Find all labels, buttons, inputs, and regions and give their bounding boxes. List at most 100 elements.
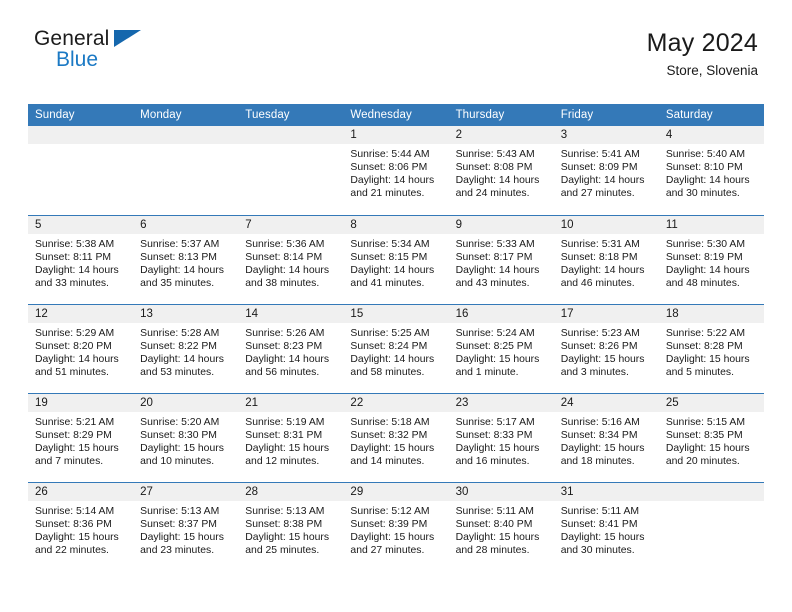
day-info (238, 144, 343, 148)
brand-logo[interactable]: General Blue (34, 28, 254, 76)
daylight-line-1: Daylight: 15 hours (35, 442, 119, 454)
weekday-header-monday: Monday (133, 104, 239, 126)
sunrise-line: Sunrise: 5:38 AM (35, 238, 115, 250)
day-cell[interactable]: 15 Sunrise: 5:25 AM Sunset: 8:24 PM Dayl… (343, 303, 449, 393)
day-cell[interactable]: 5 Sunrise: 5:38 AM Sunset: 8:11 PM Dayli… (28, 214, 134, 304)
daylight-line-1: Daylight: 14 hours (560, 264, 645, 276)
day-cell[interactable]: 30 Sunrise: 5:11 AM Sunset: 8:40 PM Dayl… (448, 481, 554, 571)
day-cell[interactable]: 9 Sunrise: 5:33 AM Sunset: 8:17 PM Dayli… (448, 214, 554, 304)
sunset-line: Sunset: 8:31 PM (245, 429, 323, 441)
sunrise-line: Sunrise: 5:40 AM (665, 149, 745, 160)
daylight-line-2: and 18 minutes. (560, 455, 635, 467)
day-cell[interactable]: 3 Sunrise: 5:41 AM Sunset: 8:09 PM Dayli… (553, 126, 659, 215)
daylight-line-1: Daylight: 14 hours (455, 175, 540, 187)
daylight-line-1: Daylight: 14 hours (665, 264, 750, 276)
day-cell[interactable]: 11 Sunrise: 5:30 AM Sunset: 8:19 PM Dayl… (658, 214, 764, 304)
day-cell[interactable]: 24 Sunrise: 5:16 AM Sunset: 8:34 PM Dayl… (553, 392, 659, 482)
daylight-line-1: Daylight: 14 hours (350, 175, 435, 187)
day-cell[interactable]: 8 Sunrise: 5:34 AM Sunset: 8:15 PM Dayli… (343, 214, 449, 304)
weekday-header-wednesday: Wednesday (343, 104, 449, 126)
day-cell[interactable]: 7 Sunrise: 5:36 AM Sunset: 8:14 PM Dayli… (238, 214, 344, 304)
sunrise-line: Sunrise: 5:41 AM (560, 149, 640, 160)
day-cell[interactable]: 10 Sunrise: 5:31 AM Sunset: 8:18 PM Dayl… (553, 214, 659, 304)
day-cell[interactable]: 13 Sunrise: 5:28 AM Sunset: 8:22 PM Dayl… (133, 303, 239, 393)
day-number: 10 (553, 215, 659, 234)
sunset-line: Sunset: 8:06 PM (350, 162, 428, 174)
daylight-line-2: and 28 minutes. (455, 544, 530, 556)
day-cell[interactable] (658, 481, 764, 571)
day-cell[interactable]: 21 Sunrise: 5:19 AM Sunset: 8:31 PM Dayl… (238, 392, 344, 482)
sunset-line: Sunset: 8:08 PM (455, 162, 533, 174)
day-cell[interactable]: 4 Sunrise: 5:40 AM Sunset: 8:10 PM Dayli… (658, 126, 764, 215)
day-number: 13 (133, 304, 239, 323)
daylight-line-2: and 48 minutes. (665, 277, 740, 289)
daylight-line-2: and 27 minutes. (350, 544, 425, 556)
daylight-line-1: Daylight: 15 hours (560, 531, 645, 543)
day-info: Sunrise: 5:17 AM Sunset: 8:33 PM Dayligh… (449, 412, 554, 468)
day-cell[interactable]: 14 Sunrise: 5:26 AM Sunset: 8:23 PM Dayl… (238, 303, 344, 393)
day-cell[interactable] (133, 126, 239, 215)
daylight-line-2: and 5 minutes. (665, 366, 735, 378)
sunrise-line: Sunrise: 5:16 AM (560, 416, 640, 428)
day-cell[interactable] (28, 126, 134, 215)
day-info: Sunrise: 5:34 AM Sunset: 8:15 PM Dayligh… (343, 234, 448, 290)
day-cell[interactable]: 6 Sunrise: 5:37 AM Sunset: 8:13 PM Dayli… (133, 214, 239, 304)
day-info (28, 144, 133, 148)
day-info: Sunrise: 5:19 AM Sunset: 8:31 PM Dayligh… (238, 412, 343, 468)
day-cell[interactable]: 28 Sunrise: 5:13 AM Sunset: 8:38 PM Dayl… (238, 481, 344, 571)
daylight-line-1: Daylight: 14 hours (350, 353, 435, 365)
daylight-line-2: and 23 minutes. (140, 544, 215, 556)
daylight-line-1: Daylight: 15 hours (560, 442, 645, 454)
daylight-line-1: Daylight: 15 hours (665, 353, 750, 365)
sunrise-line: Sunrise: 5:24 AM (455, 327, 535, 339)
day-info: Sunrise: 5:15 AM Sunset: 8:35 PM Dayligh… (659, 412, 764, 468)
day-number: 25 (658, 393, 764, 412)
day-info: Sunrise: 5:13 AM Sunset: 8:38 PM Dayligh… (238, 501, 343, 557)
sunset-line: Sunset: 8:26 PM (560, 340, 638, 352)
sunrise-line: Sunrise: 5:20 AM (140, 416, 220, 428)
day-number: 16 (448, 304, 554, 323)
daylight-line-1: Daylight: 15 hours (350, 442, 435, 454)
day-cell[interactable]: 22 Sunrise: 5:18 AM Sunset: 8:32 PM Dayl… (343, 392, 449, 482)
week-row: 19 Sunrise: 5:21 AM Sunset: 8:29 PM Dayl… (28, 392, 764, 482)
day-number: 6 (133, 215, 239, 234)
day-cell[interactable]: 29 Sunrise: 5:12 AM Sunset: 8:39 PM Dayl… (343, 481, 449, 571)
day-cell[interactable]: 2 Sunrise: 5:43 AM Sunset: 8:08 PM Dayli… (448, 126, 554, 215)
day-info: Sunrise: 5:24 AM Sunset: 8:25 PM Dayligh… (449, 323, 554, 379)
sunset-line: Sunset: 8:25 PM (455, 340, 533, 352)
day-cell[interactable]: 19 Sunrise: 5:21 AM Sunset: 8:29 PM Dayl… (28, 392, 134, 482)
day-cell[interactable]: 31 Sunrise: 5:11 AM Sunset: 8:41 PM Dayl… (553, 481, 659, 571)
day-cell[interactable]: 25 Sunrise: 5:15 AM Sunset: 8:35 PM Dayl… (658, 392, 764, 482)
day-cell[interactable] (238, 126, 344, 215)
daylight-line-2: and 12 minutes. (245, 455, 320, 467)
weekday-header-thursday: Thursday (448, 104, 554, 126)
daylight-line-2: and 24 minutes. (455, 188, 530, 200)
daylight-line-2: and 56 minutes. (245, 366, 320, 378)
page-header: General Blue May 2024 Store, Slovenia (0, 0, 792, 79)
sunrise-line: Sunrise: 5:33 AM (455, 238, 535, 250)
day-number: 3 (553, 126, 659, 144)
sunrise-line: Sunrise: 5:14 AM (35, 505, 115, 517)
day-number: 21 (238, 393, 344, 412)
day-cell[interactable]: 16 Sunrise: 5:24 AM Sunset: 8:25 PM Dayl… (448, 303, 554, 393)
location-subtitle: Store, Slovenia (666, 63, 758, 78)
day-cell[interactable]: 1 Sunrise: 5:44 AM Sunset: 8:06 PM Dayli… (343, 126, 449, 215)
daylight-line-2: and 25 minutes. (245, 544, 320, 556)
daylight-line-1: Daylight: 14 hours (35, 353, 119, 365)
day-cell[interactable]: 26 Sunrise: 5:14 AM Sunset: 8:36 PM Dayl… (28, 481, 134, 571)
daylight-line-1: Daylight: 14 hours (665, 175, 750, 187)
sunset-line: Sunset: 8:37 PM (140, 518, 217, 530)
daylight-line-2: and 20 minutes. (665, 455, 740, 467)
day-cell[interactable]: 12 Sunrise: 5:29 AM Sunset: 8:20 PM Dayl… (28, 303, 134, 393)
day-cell[interactable]: 27 Sunrise: 5:13 AM Sunset: 8:37 PM Dayl… (133, 481, 239, 571)
day-info: Sunrise: 5:44 AM Sunset: 8:06 PM Dayligh… (343, 144, 448, 200)
day-cell[interactable]: 17 Sunrise: 5:23 AM Sunset: 8:26 PM Dayl… (553, 303, 659, 393)
day-number: 7 (238, 215, 344, 234)
day-cell[interactable]: 23 Sunrise: 5:17 AM Sunset: 8:33 PM Dayl… (448, 392, 554, 482)
day-info: Sunrise: 5:31 AM Sunset: 8:18 PM Dayligh… (554, 234, 659, 290)
day-cell[interactable]: 18 Sunrise: 5:22 AM Sunset: 8:28 PM Dayl… (658, 303, 764, 393)
sunset-line: Sunset: 8:35 PM (665, 429, 743, 441)
day-number: 27 (133, 482, 239, 501)
sunset-line: Sunset: 8:28 PM (665, 340, 743, 352)
day-cell[interactable]: 20 Sunrise: 5:20 AM Sunset: 8:30 PM Dayl… (133, 392, 239, 482)
